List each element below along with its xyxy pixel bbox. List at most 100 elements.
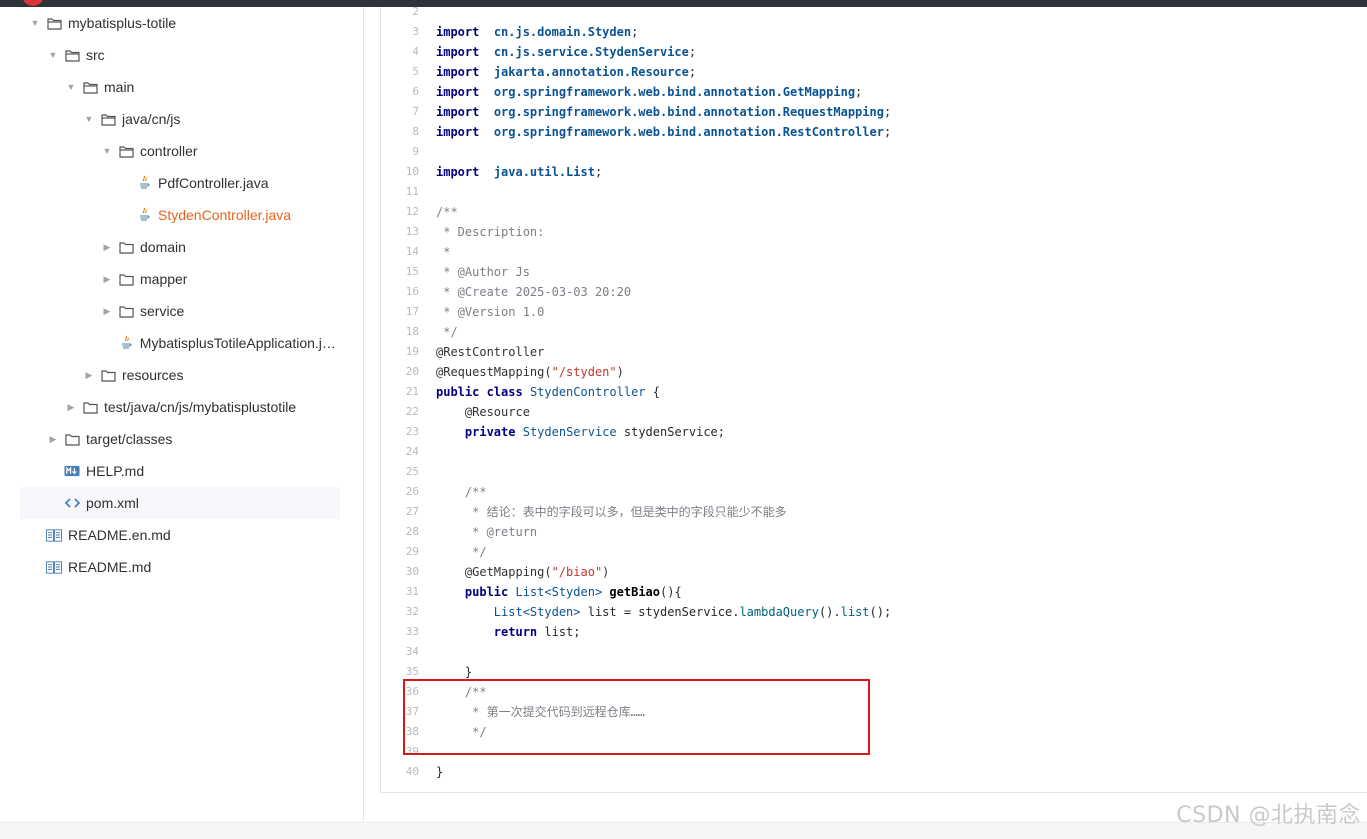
- line-number: 4: [412, 45, 419, 58]
- code-line: 31 public List<Styden> getBiao(){: [381, 582, 1367, 602]
- code-line: 26 /**: [381, 482, 1367, 502]
- line-number: 18: [405, 325, 419, 338]
- tree-item-mapper[interactable]: ▶ mapper: [20, 263, 340, 295]
- code-text: @RequestMapping("/styden"): [436, 362, 624, 382]
- code-token: public class: [436, 385, 523, 399]
- chevron-right-icon[interactable]: ▶: [100, 242, 114, 253]
- chevron-down-icon[interactable]: ▼: [100, 146, 114, 156]
- code-text: List<Styden> list = stydenService.lambda…: [436, 602, 891, 622]
- chevron-right-icon[interactable]: ▶: [82, 370, 96, 381]
- code-token: (){: [660, 585, 682, 599]
- code-token: * 结论：表中的字段可以多，但是类中的字段只能少不能多: [436, 505, 787, 519]
- code-text: */: [436, 542, 486, 562]
- tree-item-pdfcontroller-java[interactable]: ▶PdfController.java: [20, 167, 340, 199]
- tree-item-target-classes[interactable]: ▶ target/classes: [20, 423, 340, 455]
- tree-item-test-java-cn-js-mybatisplustotile[interactable]: ▶ test/java/cn/js/mybatisplustotile: [20, 391, 340, 423]
- code-line: 33 return list;: [381, 622, 1367, 642]
- chevron-right-icon[interactable]: ▶: [64, 402, 78, 413]
- folder-open-icon: [64, 47, 80, 63]
- tree-item-label: service: [140, 303, 185, 319]
- code-line: 8 import org.springframework.web.bind.ann…: [381, 122, 1367, 142]
- code-token: @RestController: [436, 345, 545, 359]
- code-token: java.util.List: [493, 165, 595, 179]
- code-token: ;: [631, 25, 639, 39]
- java-file-icon: [136, 175, 152, 191]
- code-token: ;: [688, 65, 697, 79]
- code-line: 14 *: [381, 242, 1367, 262]
- tree-item-main[interactable]: ▼ main: [20, 71, 340, 103]
- code-token: }: [436, 665, 473, 679]
- tree-item-help-md[interactable]: ▶HELP.md: [20, 455, 340, 487]
- tree-item-pom-xml[interactable]: ▶pom.xml: [20, 487, 340, 519]
- code-token: list = stydenService.: [580, 605, 740, 619]
- tree-item-resources[interactable]: ▶ resources: [20, 359, 340, 391]
- tree-item-controller[interactable]: ▼ controller: [20, 135, 340, 167]
- code-text: public class StydenController {: [436, 382, 660, 402]
- highlight-annotation-box: [403, 679, 870, 755]
- tree-item-readme-en-md[interactable]: ▶README.en.md: [20, 519, 340, 551]
- tree-item-label: StydenController.java: [158, 207, 292, 223]
- code-token: lambdaQuery: [739, 605, 819, 619]
- code-text: * @Author Js: [436, 262, 530, 282]
- line-number: 24: [405, 445, 419, 458]
- chevron-down-icon[interactable]: ▼: [64, 82, 78, 92]
- tree-item-mybatisplus-totile[interactable]: ▼ mybatisplus-totile: [20, 7, 340, 39]
- code-line: 11: [381, 182, 1367, 202]
- folder-open-icon: [118, 143, 134, 159]
- app-logo: [22, 0, 44, 6]
- code-line: 10 import java.util.List;: [381, 162, 1367, 182]
- tree-item-java-cn-js[interactable]: ▼ java/cn/js: [20, 103, 340, 135]
- tree-item-label: README.md: [68, 559, 152, 575]
- line-number: 14: [405, 245, 419, 258]
- tree-item-stydencontroller-java[interactable]: ▶StydenController.java: [20, 199, 340, 231]
- tree-item-domain[interactable]: ▶ domain: [20, 231, 340, 263]
- line-number: 21: [405, 385, 419, 398]
- code-text: * @Create 2025-03-03 20:20: [436, 282, 631, 302]
- code-token: * Description:: [436, 225, 545, 239]
- tree-item-service[interactable]: ▶ service: [20, 295, 340, 327]
- line-number: 9: [412, 145, 419, 158]
- chevron-right-icon[interactable]: ▶: [46, 434, 60, 445]
- code-line: 30 @GetMapping("/biao"): [381, 562, 1367, 582]
- chevron-down-icon[interactable]: ▼: [82, 114, 96, 124]
- code-line: 29 */: [381, 542, 1367, 562]
- code-line: 24: [381, 442, 1367, 462]
- code-line: 3 import cn.js.domain.Styden;: [381, 22, 1367, 42]
- code-token: }: [436, 765, 444, 779]
- code-line: 28 * @return: [381, 522, 1367, 542]
- tree-item-src[interactable]: ▼ src: [20, 39, 340, 71]
- line-number: 16: [405, 285, 419, 298]
- code-token: *: [436, 245, 451, 259]
- code-text: *: [436, 242, 450, 262]
- tree-item-readme-md[interactable]: ▶README.md: [20, 551, 340, 583]
- code-line: 15 * @Author Js: [381, 262, 1367, 282]
- tree-item-mybatisplustotileapplication-ja[interactable]: ▶MybatisplusTotileApplication.ja...: [20, 327, 340, 359]
- chevron-right-icon[interactable]: ▶: [100, 306, 114, 317]
- code-line: 2: [381, 2, 1367, 22]
- code-token: /**: [436, 205, 458, 219]
- code-line: 19 @RestController: [381, 342, 1367, 362]
- line-number: 6: [412, 85, 419, 98]
- line-number: 11: [405, 185, 419, 198]
- folder-open-icon: [100, 111, 116, 127]
- line-number: 5: [412, 65, 419, 78]
- line-number: 33: [405, 625, 419, 638]
- line-number: 40: [405, 765, 419, 778]
- chevron-down-icon[interactable]: ▼: [46, 50, 60, 60]
- line-number: 25: [405, 465, 419, 478]
- folder-icon: [82, 399, 98, 415]
- code-token: private: [436, 425, 516, 439]
- chevron-down-icon[interactable]: ▼: [28, 18, 42, 28]
- tree-item-label: resources: [122, 367, 184, 383]
- code-line: 18 */: [381, 322, 1367, 342]
- code-token: org.springframework.web.bind.annotation.…: [493, 125, 884, 139]
- code-token: ;: [594, 165, 603, 179]
- line-number: 32: [405, 605, 419, 618]
- chevron-right-icon[interactable]: ▶: [100, 274, 114, 285]
- tree-item-label: src: [86, 47, 105, 63]
- folder-icon: [64, 431, 80, 447]
